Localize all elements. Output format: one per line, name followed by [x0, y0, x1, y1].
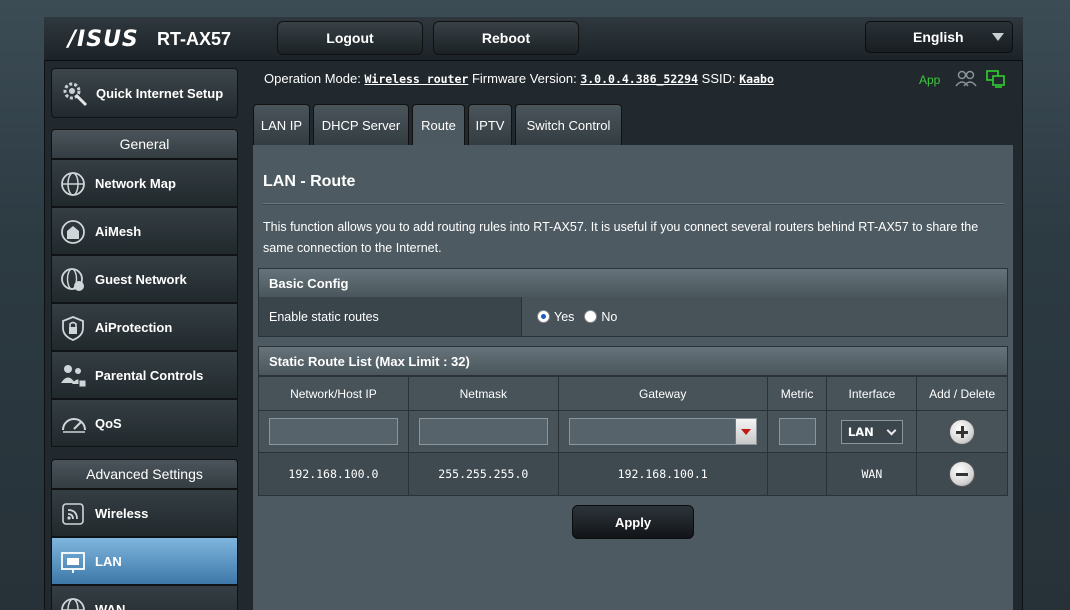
clients-icon[interactable] — [955, 70, 977, 93]
col-network-host-ip: Network/Host IP — [258, 376, 409, 411]
page-description: This function allows you to add routing … — [263, 220, 979, 255]
no-label: No — [601, 309, 618, 324]
tab-route[interactable]: Route — [412, 104, 465, 146]
col-netmask: Netmask — [407, 376, 559, 411]
route-interface: WAN — [826, 452, 918, 496]
advanced-settings-header: Advanced Settings — [51, 459, 238, 489]
tab-lan-ip[interactable]: LAN IP — [253, 104, 310, 145]
interface-cell: LAN — [826, 410, 918, 453]
sidebar-item-guest-network[interactable]: Guest Network — [51, 255, 238, 303]
op-mode-label: Operation Mode: — [264, 71, 361, 86]
static-routes-options: Yes No — [522, 297, 1007, 336]
apply-button[interactable]: Apply — [572, 505, 694, 539]
route-list-header: Static Route List (Max Limit : 32) — [258, 346, 1008, 376]
tab-dhcp-server[interactable]: DHCP Server — [313, 104, 409, 145]
wand-gear-icon — [60, 79, 88, 110]
delete-cell — [916, 452, 1008, 496]
sidebar-item-parental-controls[interactable]: Parental Controls — [51, 351, 238, 399]
static-routes-row: Enable static routes Yes No — [258, 297, 1008, 337]
network-status-icon[interactable] — [986, 70, 1006, 93]
interface-select[interactable]: LAN — [840, 419, 903, 444]
route-metric — [766, 452, 828, 496]
delete-route-button[interactable] — [949, 461, 976, 487]
app-link[interactable]: App — [919, 73, 940, 87]
guest-globe-icon — [60, 267, 86, 296]
title-divider — [263, 203, 1004, 205]
ssid-link[interactable]: Kaabo — [739, 72, 774, 86]
static-routes-no-radio[interactable] — [584, 310, 598, 323]
language-select[interactable]: English — [865, 21, 1013, 53]
static-route-table: Network/Host IP Netmask Gateway Metric I… — [258, 376, 1008, 496]
wireless-icon — [60, 501, 86, 530]
sidebar-item-network-map[interactable]: Network Map — [51, 159, 238, 207]
chevron-down-icon — [992, 33, 1004, 41]
col-metric: Metric — [766, 376, 828, 411]
sidebar-label: Guest Network — [95, 271, 187, 287]
firmware-link[interactable]: 3.0.0.4.386_52294 — [580, 72, 698, 86]
gauge-icon — [60, 411, 88, 440]
route-network: 192.168.100.0 — [258, 452, 409, 496]
aimesh-icon — [60, 219, 86, 248]
quick-internet-setup-button[interactable]: Quick Internet Setup — [51, 68, 238, 118]
interface-value: LAN — [847, 424, 874, 439]
chevron-down-icon — [886, 425, 897, 435]
sidebar-item-qos[interactable]: QoS — [51, 399, 238, 447]
static-routes-yes-radio[interactable] — [537, 310, 550, 323]
wan-globe-icon — [60, 597, 86, 610]
yes-label: Yes — [554, 309, 575, 324]
route-netmask: 255.255.255.0 — [407, 452, 559, 496]
metric-cell — [766, 410, 828, 453]
netmask-input[interactable] — [418, 418, 548, 445]
sidebar-item-wan[interactable]: WAN — [51, 585, 238, 610]
model-name: RT-AX57 — [157, 29, 232, 49]
status-info-row: Operation Mode: Wireless router Firmware… — [264, 71, 774, 86]
reboot-button[interactable]: Reboot — [433, 21, 579, 55]
add-route-button[interactable] — [949, 418, 976, 445]
sidebar-label: LAN — [95, 553, 122, 569]
sidebar-label: Wireless — [95, 505, 149, 521]
sidebar-label: AiMesh — [95, 223, 142, 239]
page-title: LAN - Route — [263, 173, 356, 190]
static-routes-label: Enable static routes — [259, 297, 522, 336]
language-value: English — [913, 29, 964, 45]
table-row: 192.168.100.0 255.255.255.0 192.168.100.… — [258, 452, 1008, 496]
asus-logo: /ISUS — [68, 27, 139, 52]
sidebar-label: Parental Controls — [95, 367, 204, 383]
lan-icon — [60, 549, 86, 578]
gateway-cell — [557, 410, 768, 453]
sidebar-item-wireless[interactable]: Wireless — [51, 489, 238, 537]
sidebar-label: Network Map — [95, 175, 176, 191]
lock-shield-icon — [60, 315, 86, 344]
logout-button[interactable]: Logout — [277, 21, 423, 55]
route-gateway: 192.168.100.1 — [557, 452, 768, 496]
family-icon — [60, 363, 88, 392]
gateway-dropdown-icon[interactable] — [734, 419, 756, 444]
gateway-input[interactable] — [568, 418, 757, 445]
sidebar-item-lan[interactable]: LAN — [51, 537, 238, 585]
col-add-delete: Add / Delete — [916, 376, 1008, 411]
netmask-cell — [407, 410, 559, 453]
general-section-header: General — [51, 129, 238, 159]
table-header-row: Network/Host IP Netmask Gateway Metric I… — [258, 376, 1008, 411]
col-gateway: Gateway — [557, 376, 768, 411]
add-cell — [916, 410, 1008, 453]
sidebar-label: WAN — [95, 601, 126, 610]
sidebar-label: QoS — [95, 415, 122, 431]
new-route-row: LAN — [258, 410, 1008, 453]
network-cell — [258, 410, 409, 453]
metric-input[interactable] — [778, 418, 816, 445]
col-interface: Interface — [826, 376, 918, 411]
basic-config-header: Basic Config — [258, 268, 1008, 298]
firmware-label: Firmware Version: — [471, 71, 577, 86]
globe-network-icon — [60, 171, 86, 200]
quick-setup-label: Quick Internet Setup — [96, 85, 224, 101]
ssid-label: SSID: — [701, 71, 736, 86]
sidebar-item-aiprotection[interactable]: AiProtection — [51, 303, 238, 351]
network-ip-input[interactable] — [268, 418, 398, 445]
tab-switch-control[interactable]: Switch Control — [515, 104, 622, 145]
sidebar-label: AiProtection — [95, 319, 173, 335]
tab-iptv[interactable]: IPTV — [468, 104, 512, 145]
sidebar-item-aimesh[interactable]: AiMesh — [51, 207, 238, 255]
op-mode-link[interactable]: Wireless router — [364, 72, 468, 86]
